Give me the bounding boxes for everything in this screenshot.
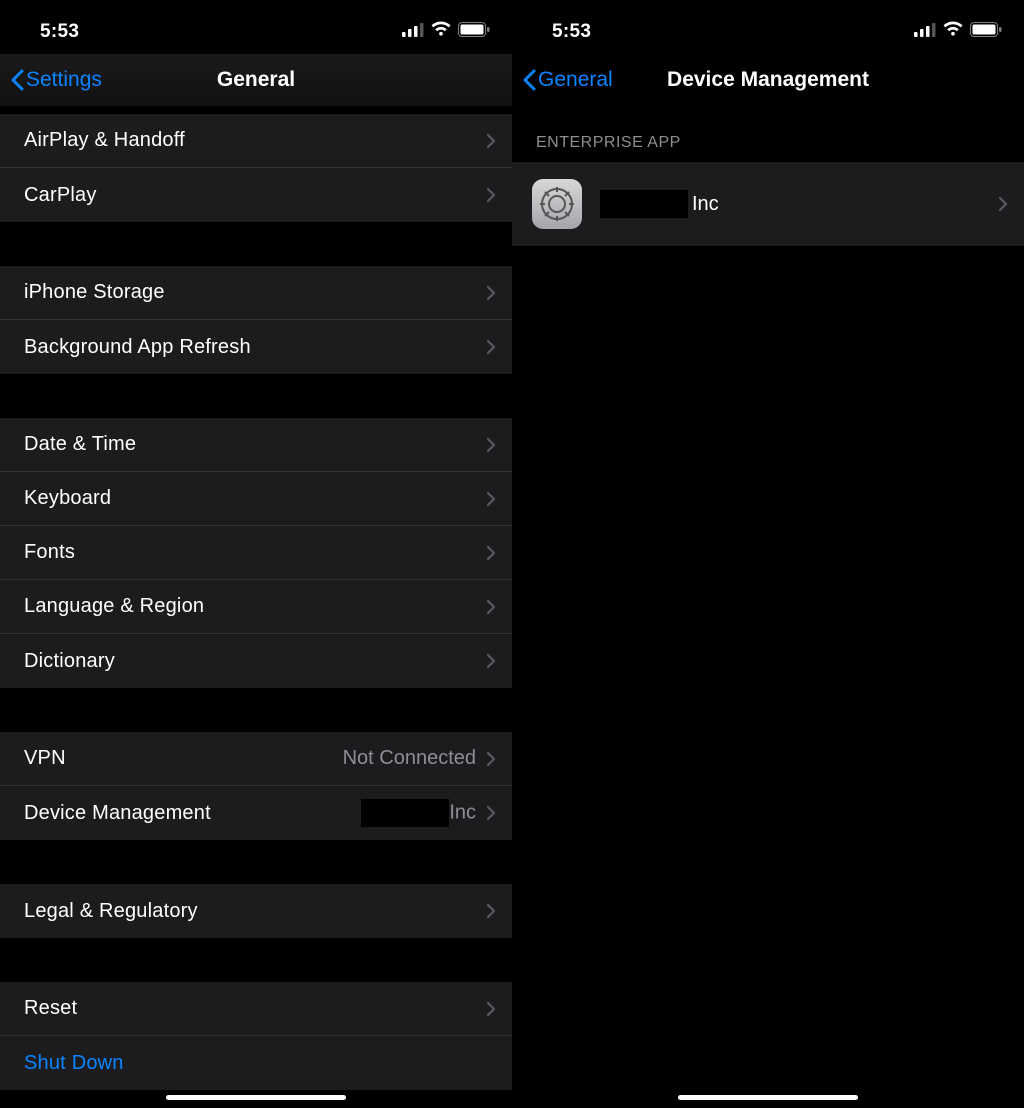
row-reset[interactable]: Reset [0, 982, 512, 1036]
row-carplay[interactable]: CarPlay [0, 168, 512, 222]
nav-bar: Settings General [0, 54, 512, 106]
row-label: Shut Down [24, 1052, 124, 1075]
home-indicator[interactable] [678, 1095, 858, 1100]
row-iphone-storage[interactable]: iPhone Storage [0, 266, 512, 320]
row-date-time[interactable]: Date & Time [0, 418, 512, 472]
row-legal-regulatory[interactable]: Legal & Regulatory [0, 884, 512, 938]
chevron-right-icon [486, 545, 496, 561]
chevron-right-icon [486, 903, 496, 919]
device-management-list: Enterprise App [512, 106, 1024, 1108]
row-airplay-handoff[interactable]: AirPlay & Handoff [0, 114, 512, 168]
status-time: 5:53 [552, 21, 591, 43]
row-fonts[interactable]: Fonts [0, 526, 512, 580]
row-vpn[interactable]: VPN Not Connected [0, 732, 512, 786]
row-enterprise-profile[interactable]: Inc [512, 162, 1024, 246]
settings-group: Reset Shut Down [0, 982, 512, 1090]
row-label: Language & Region [24, 595, 204, 618]
back-button[interactable]: Settings [10, 68, 102, 92]
chevron-right-icon [486, 751, 496, 767]
row-detail: Not Connected [343, 747, 476, 770]
status-bar: 5:53 [512, 0, 1024, 54]
chevron-right-icon [486, 437, 496, 453]
chevron-right-icon [486, 133, 496, 149]
row-background-app-refresh[interactable]: Background App Refresh [0, 320, 512, 374]
status-bar: 5:53 [0, 0, 512, 54]
redacted-text [600, 190, 688, 218]
back-button[interactable]: General [522, 68, 613, 92]
home-indicator[interactable] [166, 1095, 346, 1100]
status-indicators [914, 21, 1002, 43]
enterprise-name: Inc [600, 190, 719, 218]
row-label: AirPlay & Handoff [24, 129, 185, 152]
row-label: iPhone Storage [24, 281, 165, 304]
settings-group: AirPlay & Handoff CarPlay [0, 114, 512, 222]
row-label: Background App Refresh [24, 336, 251, 359]
row-shut-down[interactable]: Shut Down [0, 1036, 512, 1090]
row-label: VPN [24, 747, 66, 770]
row-detail-redacted: Inc [361, 799, 476, 827]
row-language-region[interactable]: Language & Region [0, 580, 512, 634]
wifi-icon [430, 21, 452, 43]
profile-gear-icon [532, 179, 582, 229]
redacted-text [361, 799, 449, 827]
battery-icon [970, 21, 1002, 43]
row-label: Dictionary [24, 650, 115, 673]
row-label: CarPlay [24, 184, 97, 207]
status-time: 5:53 [40, 21, 79, 43]
chevron-right-icon [486, 339, 496, 355]
chevron-right-icon [486, 285, 496, 301]
row-label: Legal & Regulatory [24, 900, 198, 923]
row-label: Fonts [24, 541, 75, 564]
section-header-enterprise: Enterprise App [512, 106, 1024, 162]
chevron-right-icon [486, 599, 496, 615]
wifi-icon [942, 21, 964, 43]
row-label: Date & Time [24, 433, 136, 456]
row-label: Keyboard [24, 487, 111, 510]
chevron-right-icon [486, 653, 496, 669]
general-settings-screen: 5:53 Settings General AirPlay & Handoff [0, 0, 512, 1108]
page-title: Device Management [667, 68, 869, 92]
device-management-screen: 5:53 General Device Management Enterpris… [512, 0, 1024, 1108]
row-label: Device Management [24, 802, 211, 825]
settings-list[interactable]: AirPlay & Handoff CarPlay iPhone Storage… [0, 106, 512, 1108]
chevron-right-icon [486, 491, 496, 507]
back-label: General [538, 68, 613, 92]
row-dictionary[interactable]: Dictionary [0, 634, 512, 688]
settings-group: VPN Not Connected Device Management Inc [0, 732, 512, 840]
row-keyboard[interactable]: Keyboard [0, 472, 512, 526]
cellular-icon [402, 21, 424, 43]
chevron-left-icon [10, 69, 24, 91]
nav-bar: General Device Management [512, 54, 1024, 106]
battery-icon [458, 21, 490, 43]
chevron-right-icon [486, 187, 496, 203]
settings-group: Legal & Regulatory [0, 884, 512, 938]
back-label: Settings [26, 68, 102, 92]
chevron-left-icon [522, 69, 536, 91]
chevron-right-icon [486, 805, 496, 821]
cellular-icon [914, 21, 936, 43]
settings-group: Date & Time Keyboard Fonts Language & Re… [0, 418, 512, 688]
status-indicators [402, 21, 490, 43]
settings-group: iPhone Storage Background App Refresh [0, 266, 512, 374]
row-device-management[interactable]: Device Management Inc [0, 786, 512, 840]
page-title: General [217, 68, 295, 92]
chevron-right-icon [998, 196, 1008, 212]
row-label: Reset [24, 997, 77, 1020]
chevron-right-icon [486, 1001, 496, 1017]
